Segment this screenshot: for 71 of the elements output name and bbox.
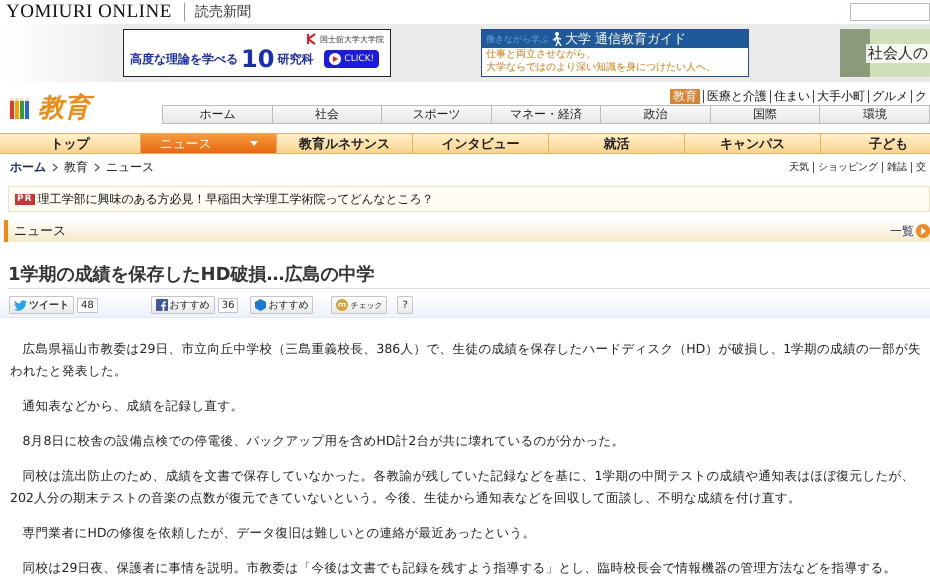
- pr-link[interactable]: 理工学部に興味のある方必見！早稲田大学理工学術院ってどんなところ？: [38, 190, 434, 208]
- share-button[interactable]: ツイート: [9, 296, 74, 314]
- site-link[interactable]: グルメ: [868, 90, 911, 103]
- nav-tab[interactable]: 社会: [272, 106, 382, 123]
- site-link[interactable]: 大手小町: [813, 90, 868, 103]
- nav-tab[interactable]: 環境: [820, 106, 930, 123]
- article-paragraph: 通知表などから、成績を記録し直す。: [22, 397, 244, 415]
- site-logo[interactable]: YOMIURI ONLINE: [6, 3, 185, 21]
- hexagon-icon: [255, 299, 266, 311]
- caret-icon: [250, 141, 258, 146]
- breadcrumb-link[interactable]: 教育: [64, 158, 88, 176]
- breadcrumb-link[interactable]: ホーム: [10, 158, 46, 176]
- article-paragraph: 同校は29日夜、保護者に事情を説明。市教委は「今後は文書でも記録を残すよう指導する」とし、臨時校長会で情報機器の管理方法などを指導する。: [22, 559, 898, 577]
- site-link[interactable]: 医療と介護: [703, 90, 770, 103]
- share-count: 36: [218, 298, 238, 312]
- ad-text: 高度な理論を学べる: [130, 50, 238, 68]
- share-button[interactable]: チェック: [331, 296, 388, 314]
- k-mark-icon: [307, 33, 317, 45]
- nav-tab[interactable]: スポーツ: [382, 106, 492, 123]
- paper-name[interactable]: 読売新聞: [184, 3, 251, 21]
- share-button[interactable]: ?: [397, 296, 413, 314]
- share-count: 48: [77, 298, 98, 312]
- nav-tab[interactable]: マネー・経済: [492, 106, 602, 123]
- category-tab[interactable]: 就活: [549, 134, 685, 153]
- pencils-icon: [10, 97, 32, 119]
- ad-text: 国士舘大学大学院: [320, 34, 384, 44]
- share-button[interactable]: おすすめ: [250, 296, 314, 314]
- facebook-icon: [156, 299, 168, 311]
- utility-link[interactable]: 天気: [785, 162, 813, 172]
- section-title: ニュース: [14, 223, 66, 240]
- category-tab[interactable]: 子ども: [821, 134, 930, 153]
- play-icon: [329, 53, 342, 65]
- nav-tab[interactable]: 国際: [710, 106, 820, 123]
- ad-banner[interactable]: 社会人の: [840, 29, 930, 77]
- utility-link[interactable]: ショッピング: [813, 162, 882, 172]
- ad-text: 働きながら学ぶ: [486, 34, 549, 46]
- utility-link[interactable]: 雑誌: [882, 162, 911, 172]
- category-tab[interactable]: インタビュー: [413, 134, 549, 153]
- ad-banner[interactable]: 働きながら学ぶ 大学 通信教育ガイド 仕事と両立させながら、 大学ならではのより深い知識を身につけたい人へ。: [481, 29, 749, 77]
- category-tab[interactable]: 教育ルネサンス: [277, 134, 413, 153]
- ad-number: 10: [241, 46, 274, 72]
- site-link[interactable]: ク: [911, 90, 930, 103]
- nav-tab[interactable]: 政治: [601, 106, 711, 123]
- utility-link[interactable]: 交: [911, 162, 930, 172]
- walking-person-icon: [552, 32, 562, 46]
- article-paragraph: 同校は流出防止のため、成績を文書で保存していなかった。各教諭が残していた記録などを基に、1学期の中間テストの成績や通知表はほぼ復元したが、202人分の期末テストの音楽の点数が復元できていないという。今後、生徒から通知表などを回収して面談し、不明な成績を付け直す。: [10, 467, 916, 507]
- category-tab[interactable]: トップ: [0, 134, 141, 153]
- article-headline: 1学期の成績を保存したHD破損…広島の中学: [8, 262, 930, 289]
- breadcrumb-link[interactable]: ニュース: [106, 158, 154, 176]
- bird-icon: [14, 300, 27, 310]
- chevron-icon: [52, 162, 58, 172]
- m-logo-icon: [336, 299, 348, 311]
- ad-text: 大学ならではのより深い知識を身につけたい人へ。: [485, 61, 717, 74]
- ad-text: 大学 通信教育ガイド: [565, 30, 686, 48]
- article-paragraph: 8月8日に校舎の設備点検での停電後、バックアップ用を含めHD計2台が共に壊れているのが分かった。: [22, 432, 626, 450]
- category-tab[interactable]: キャンパス: [685, 134, 821, 153]
- nav-tab[interactable]: ホーム: [163, 106, 273, 123]
- share-button[interactable]: おすすめ: [150, 296, 215, 314]
- ad-text: 研究科: [277, 50, 314, 68]
- arrow-circle-icon: [916, 224, 930, 238]
- chevron-icon: [94, 162, 100, 172]
- ad-text: 社会人の: [866, 44, 930, 62]
- site-link[interactable]: 住まい: [770, 90, 813, 103]
- article-paragraph: 専門業者にHDの修復を依頼したが、データ復旧は難しいとの連絡が最近あったという。: [22, 524, 537, 542]
- ad-text: 仕事と両立させながら、: [485, 48, 597, 61]
- more-link[interactable]: 一覧: [890, 222, 930, 240]
- pr-badge: PR: [15, 194, 35, 204]
- click-button[interactable]: CLICK!: [324, 50, 380, 68]
- photo-placeholder: [840, 29, 870, 77]
- search-field[interactable]: [850, 3, 930, 21]
- article-paragraph: 広島県福山市教委は29日、市立向丘中学校（三島重義校長、386人）で、生徒の成績を保存したハードディスク（HD）が破損し、1学期の成績の一部が失われたと発表した。: [10, 340, 922, 380]
